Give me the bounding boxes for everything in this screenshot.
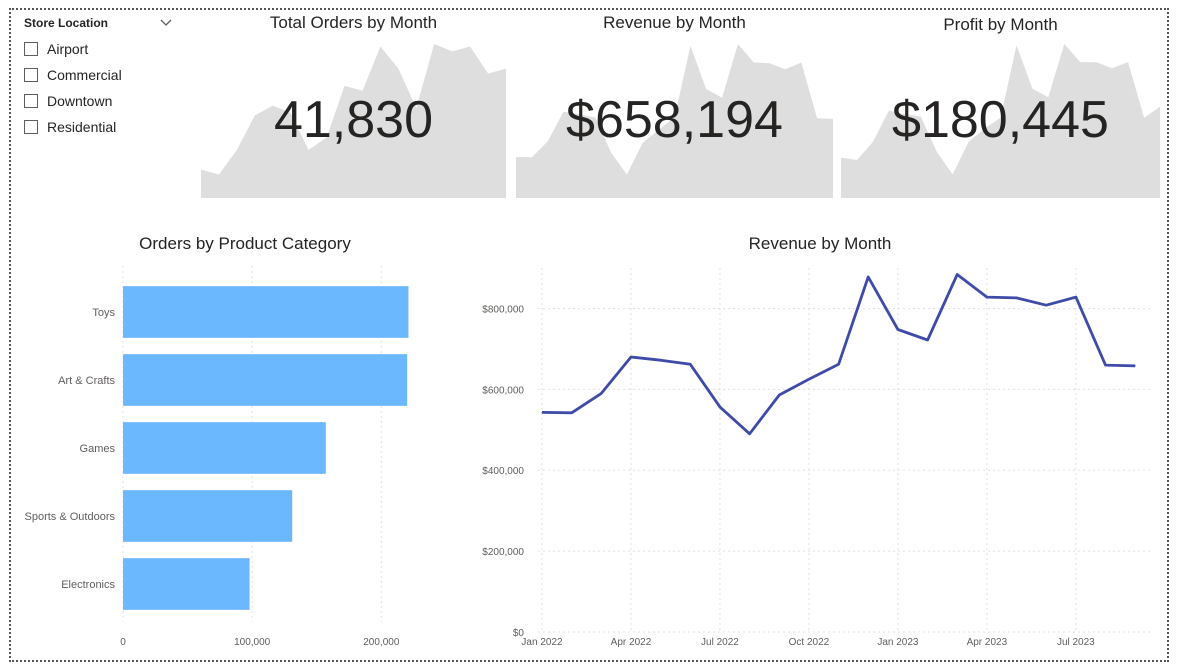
y-tick-label: $600,000 — [482, 385, 524, 396]
checkbox[interactable] — [24, 120, 38, 134]
kpi-card-value: 41,830 — [273, 91, 434, 149]
data-point — [630, 356, 632, 358]
data-point — [986, 296, 988, 298]
bar — [123, 558, 250, 610]
data-point — [600, 392, 602, 394]
x-tick-label: Jan 2022 — [521, 637, 563, 648]
slicer-item-downtown[interactable]: Downtown — [24, 88, 174, 114]
checkbox[interactable] — [24, 42, 38, 56]
kpi-card-profit[interactable]: Profit by Month $180,445 — [841, 10, 1160, 200]
y-tick-label: $400,000 — [482, 466, 524, 477]
data-point — [808, 378, 810, 380]
kpi-card-title: Profit by Month — [943, 15, 1058, 34]
x-tick-label: Jul 2022 — [701, 637, 739, 648]
category-label: Games — [80, 443, 116, 455]
slicer-item-commercial[interactable]: Commercial — [24, 62, 174, 88]
slicer-item-label: Airport — [47, 41, 89, 57]
kpi-card-title: Total Orders by Month — [269, 13, 438, 32]
kpi-card-value: $658,194 — [566, 91, 783, 149]
slicer-item-residential[interactable]: Residential — [24, 114, 174, 140]
data-point — [571, 412, 573, 414]
slicer-item-label: Residential — [47, 119, 117, 135]
bar — [123, 490, 293, 542]
data-point — [660, 359, 662, 361]
bar-chart-title: Orders by Product Category — [139, 234, 351, 253]
data-point — [1075, 296, 1077, 298]
data-point — [867, 276, 869, 278]
category-label: Art & Crafts — [58, 375, 115, 387]
x-tick-label: Oct 2022 — [789, 637, 830, 648]
checkbox[interactable] — [24, 68, 38, 82]
y-tick-label: $200,000 — [482, 547, 524, 558]
x-tick-label: Jan 2023 — [877, 637, 919, 648]
bar — [123, 422, 326, 474]
x-tick-label: Apr 2022 — [611, 637, 652, 648]
category-label: Toys — [92, 307, 115, 319]
x-tick-label: 0 — [120, 637, 126, 648]
slicer-item-label: Downtown — [47, 93, 113, 109]
x-tick-label: Jul 2023 — [1057, 637, 1095, 648]
category-label: Electronics — [61, 579, 115, 591]
bar — [123, 286, 409, 338]
checkbox[interactable] — [24, 94, 38, 108]
x-tick-label: 200,000 — [363, 637, 400, 648]
data-point — [689, 363, 691, 365]
kpi-card-total-orders[interactable]: Total Orders by Month 41,830 — [201, 10, 506, 200]
slicer-item-airport[interactable]: Airport — [24, 36, 174, 62]
kpi-card-revenue[interactable]: Revenue by Month $658,194 — [516, 10, 833, 200]
revenue-by-month-chart[interactable]: $0$200,000$400,000$600,000$800,000Jan 20… — [460, 258, 1160, 658]
kpi-card-title: Revenue by Month — [603, 13, 746, 32]
data-point — [541, 411, 543, 413]
y-tick-label: $800,000 — [482, 304, 524, 315]
slicer-title: Store Location — [24, 16, 109, 30]
orders-by-category-chart[interactable]: 0 100,000 200,000 Toys Art & Crafts Games Spor… — [18, 258, 468, 658]
slicer-items: Airport Commercial Downtown Residential — [24, 36, 174, 140]
data-point — [927, 339, 929, 341]
slicer-item-label: Commercial — [47, 67, 122, 83]
data-point — [778, 394, 780, 396]
data-point — [1016, 297, 1018, 299]
data-point — [897, 328, 899, 330]
data-point — [1045, 304, 1047, 306]
chevron-down-icon[interactable] — [158, 15, 174, 31]
store-location-slicer[interactable]: Store Location Airport Commercial Downto… — [24, 14, 174, 140]
bar — [123, 354, 408, 406]
data-point — [956, 273, 958, 275]
category-label: Sports & Outdoors — [25, 511, 116, 523]
line-chart-title: Revenue by Month — [748, 234, 892, 253]
slicer-header: Store Location — [24, 14, 174, 32]
x-tick-label: 100,000 — [234, 637, 271, 648]
x-tick-label: Apr 2023 — [967, 637, 1008, 648]
data-point — [838, 363, 840, 365]
data-point — [1105, 364, 1107, 366]
data-point — [719, 406, 721, 408]
data-point — [749, 433, 751, 435]
data-point — [1134, 365, 1136, 367]
kpi-card-value: $180,445 — [892, 91, 1109, 149]
